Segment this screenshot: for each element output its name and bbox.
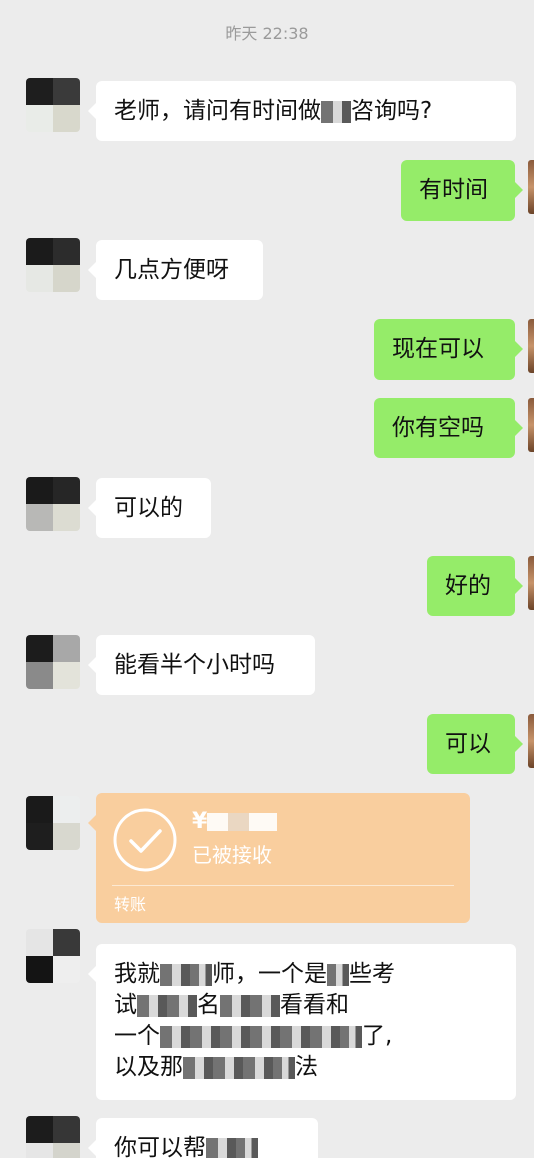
transfer-status: 已被接收	[192, 843, 272, 867]
message-text: 一个	[114, 1023, 160, 1049]
message-text: 几点方便呀	[114, 257, 229, 283]
message-line: 我就 师，一个是 些考	[114, 959, 498, 990]
mosaic-redaction	[250, 1025, 280, 1048]
message-text: 些考	[349, 961, 395, 987]
message-text: 我就	[114, 961, 160, 987]
message-text: 名	[197, 992, 220, 1018]
mosaic-redaction	[160, 1025, 190, 1048]
mosaic-redaction	[207, 813, 278, 831]
message-text: 能看半个小时吗	[114, 652, 275, 678]
avatar[interactable]	[26, 1116, 80, 1158]
mosaic-redaction	[137, 994, 167, 1017]
message-text: 以及那	[114, 1054, 183, 1080]
message-text: 咨询吗?	[351, 98, 433, 124]
message-timestamp: 昨天 22:38	[225, 24, 309, 43]
message-text: 看看和	[280, 992, 349, 1018]
message-text: 可以的	[114, 495, 183, 521]
transfer-amount: ¥	[192, 809, 278, 834]
mosaic-redaction	[280, 1025, 310, 1048]
message-bubble[interactable]: 我就 师，一个是 些考 试 名 看看和 一个 了, 以及那 法	[88, 944, 516, 1100]
message-text: 师，一个是	[212, 961, 327, 987]
self-avatar[interactable]	[528, 319, 534, 373]
avatar[interactable]	[26, 477, 80, 531]
message-text: 可以	[445, 731, 491, 757]
message-bubble-self[interactable]: 有时间	[401, 160, 523, 221]
message-line: 试 名 看看和	[114, 990, 498, 1021]
message-text: 好的	[445, 573, 491, 599]
message-text: 你有空吗	[392, 415, 484, 441]
mosaic-redaction	[236, 1137, 258, 1158]
self-avatar[interactable]	[528, 398, 534, 452]
message-text: 老师，请问有时间做	[114, 98, 321, 124]
mosaic-redaction	[273, 1056, 295, 1079]
avatar[interactable]	[26, 796, 80, 850]
mosaic-redaction	[310, 1025, 340, 1048]
message-bubble-self[interactable]: 好的	[427, 556, 523, 616]
message-bubble[interactable]: 可以的	[88, 478, 211, 538]
mosaic-redaction	[160, 963, 190, 986]
mosaic-redaction	[220, 1025, 250, 1048]
mosaic-redaction	[167, 994, 197, 1017]
mosaic-redaction	[250, 994, 280, 1017]
self-avatar[interactable]	[528, 160, 534, 214]
message-bubble-self[interactable]: 现在可以	[374, 319, 523, 380]
mosaic-redaction	[321, 100, 351, 123]
message-bubble[interactable]: 几点方便呀	[88, 240, 263, 300]
mosaic-redaction	[327, 963, 349, 986]
avatar[interactable]	[26, 78, 80, 132]
transfer-card[interactable]: ¥ 已被接收 转账	[88, 793, 470, 923]
mosaic-redaction	[213, 1056, 243, 1079]
message-text: 试	[114, 992, 137, 1018]
mosaic-redaction	[243, 1056, 273, 1079]
message-line: 以及那 法	[114, 1052, 498, 1083]
avatar[interactable]	[26, 929, 80, 983]
avatar[interactable]	[26, 238, 80, 292]
self-avatar[interactable]	[528, 714, 534, 768]
check-circle-icon	[113, 808, 177, 872]
mosaic-redaction	[183, 1056, 213, 1079]
chat-window: 昨天 22:38 老师，请问有时间做 咨询吗? 有时间 几点方便呀 现在可以 你有…	[0, 0, 534, 1158]
message-bubble[interactable]: 你可以帮	[88, 1118, 318, 1158]
currency-symbol: ¥	[192, 809, 208, 834]
mosaic-redaction	[190, 963, 212, 986]
mosaic-redaction	[340, 1025, 362, 1048]
mosaic-redaction	[190, 1025, 220, 1048]
message-text: 法	[295, 1054, 318, 1080]
message-bubble-self[interactable]: 可以	[427, 714, 523, 774]
message-text: 了,	[362, 1023, 393, 1049]
message-bubble-self[interactable]: 你有空吗	[374, 398, 523, 458]
divider	[112, 885, 454, 886]
message-bubble[interactable]: 老师，请问有时间做 咨询吗?	[88, 81, 516, 141]
message-line: 一个 了,	[114, 1021, 498, 1052]
mosaic-redaction	[220, 994, 250, 1017]
self-avatar[interactable]	[528, 556, 534, 610]
avatar[interactable]	[26, 635, 80, 689]
message-text: 有时间	[419, 177, 488, 203]
message-text: 现在可以	[392, 336, 484, 362]
message-bubble[interactable]: 能看半个小时吗	[88, 635, 315, 695]
transfer-type-label: 转账	[114, 895, 147, 914]
message-text: 你可以帮	[114, 1135, 206, 1158]
mosaic-redaction	[206, 1137, 236, 1158]
